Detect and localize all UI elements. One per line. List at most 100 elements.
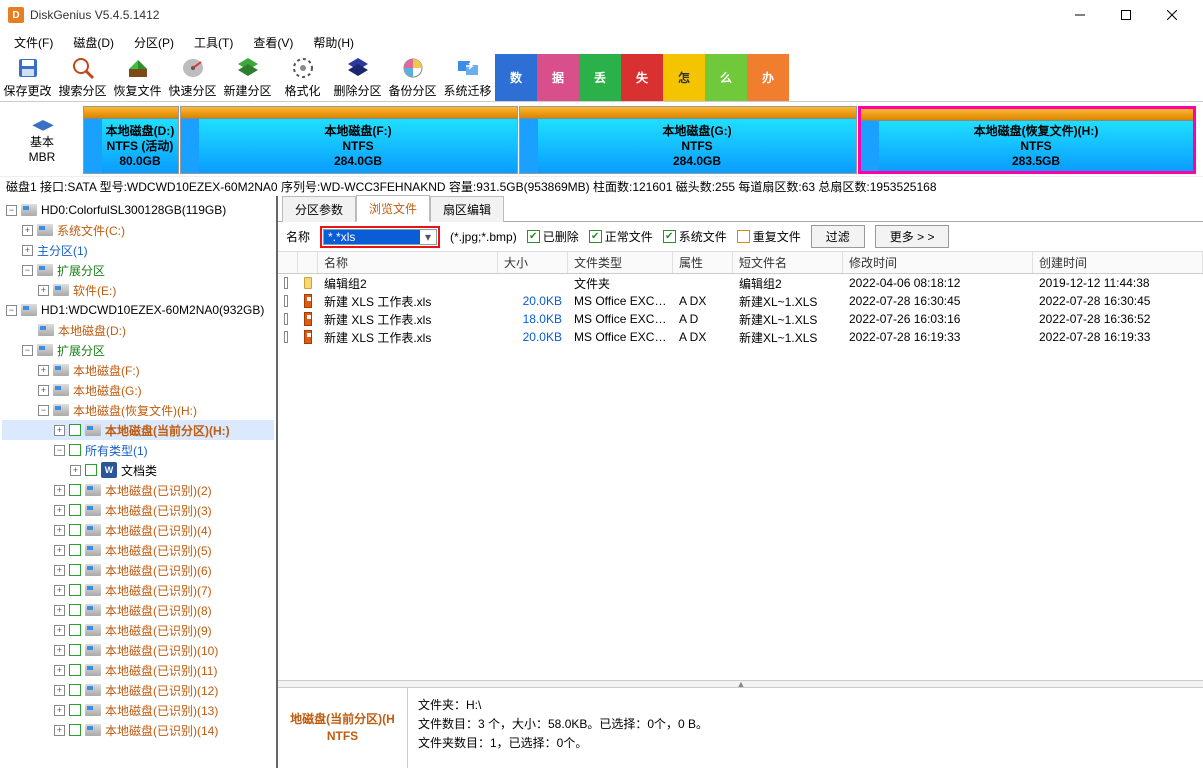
tree-item[interactable]: +本地磁盘(已识别)(2)	[2, 480, 274, 500]
expand-icon[interactable]: +	[54, 585, 65, 596]
row-checkbox[interactable]	[284, 331, 288, 343]
tree-item[interactable]: −扩展分区	[2, 340, 274, 360]
checkbox-icon[interactable]	[69, 684, 81, 696]
checkbox-icon[interactable]	[69, 504, 81, 516]
checkbox-icon[interactable]	[69, 524, 81, 536]
expand-icon[interactable]: +	[54, 485, 65, 496]
filter-button[interactable]: 过滤	[811, 225, 865, 248]
menu-partition[interactable]: 分区(P)	[124, 32, 184, 53]
row-checkbox[interactable]	[284, 295, 288, 307]
recover-files-button[interactable]: 恢复文件	[110, 54, 165, 101]
tree-item[interactable]: +本地磁盘(当前分区)(H:)	[2, 420, 274, 440]
file-row[interactable]: 新建 XLS 工作表.xls20.0KBMS Office EXCE...A D…	[278, 328, 1203, 346]
col-size[interactable]: 大小	[498, 252, 568, 273]
partition-block[interactable]: 本地磁盘(F:)NTFS284.0GB	[180, 106, 518, 174]
tree-item[interactable]: −所有类型(1)	[2, 440, 274, 460]
tree-item[interactable]: +主分区(1)	[2, 240, 274, 260]
file-list-header[interactable]: 名称 大小 文件类型 属性 短文件名 修改时间 创建时间	[278, 252, 1203, 274]
checkbox-icon[interactable]	[69, 644, 81, 656]
promo-banner[interactable]: 数 据 丢 失 怎 么 办	[495, 54, 789, 101]
expand-icon[interactable]: +	[54, 505, 65, 516]
col-mtime[interactable]: 修改时间	[843, 252, 1033, 273]
tree-item[interactable]: +软件(E:)	[2, 280, 274, 300]
checkbox-deleted[interactable]: ✔已删除	[527, 228, 579, 245]
horizontal-splitter[interactable]: ▲	[278, 680, 1203, 688]
checkbox-icon[interactable]	[69, 444, 81, 456]
checkbox-icon[interactable]	[69, 724, 81, 736]
tree-item[interactable]: +本地磁盘(已识别)(4)	[2, 520, 274, 540]
tree-item[interactable]: +本地磁盘(已识别)(9)	[2, 620, 274, 640]
tree-item[interactable]: +本地磁盘(已识别)(8)	[2, 600, 274, 620]
checkbox-icon[interactable]	[69, 484, 81, 496]
filter-name-combo[interactable]: *.*xls ▾	[320, 226, 440, 248]
expand-icon[interactable]: −	[6, 205, 17, 216]
mbr-block[interactable]: ◀ ▶ 基本MBR	[2, 106, 82, 174]
expand-icon[interactable]: +	[70, 465, 81, 476]
menu-tools[interactable]: 工具(T)	[184, 32, 243, 53]
partition-block[interactable]: 本地磁盘(G:)NTFS284.0GB	[519, 106, 857, 174]
close-button[interactable]	[1149, 0, 1195, 30]
expand-icon[interactable]: −	[22, 345, 33, 356]
tree-item[interactable]: +系统文件(C:)	[2, 220, 274, 240]
expand-icon[interactable]: −	[22, 265, 33, 276]
checkbox-icon[interactable]	[69, 584, 81, 596]
expand-icon[interactable]: +	[38, 285, 49, 296]
tree-item[interactable]: +本地磁盘(F:)	[2, 360, 274, 380]
chevron-down-icon[interactable]: ▾	[420, 230, 436, 244]
partition-block[interactable]: 本地磁盘(D:)NTFS (活动)80.0GB	[83, 106, 179, 174]
checkbox-normal[interactable]: ✔正常文件	[589, 228, 653, 245]
row-checkbox[interactable]	[284, 277, 288, 289]
menu-view[interactable]: 查看(V)	[243, 32, 303, 53]
tree-item[interactable]: +本地磁盘(已识别)(7)	[2, 580, 274, 600]
disk-tree[interactable]: −HD0:ColorfulSL300128GB(119GB)+系统文件(C:)+…	[0, 196, 278, 768]
tree-item[interactable]: +本地磁盘(已识别)(5)	[2, 540, 274, 560]
quick-partition-button[interactable]: 快速分区	[165, 54, 220, 101]
tree-item[interactable]: +本地磁盘(已识别)(3)	[2, 500, 274, 520]
file-row[interactable]: 编辑组2文件夹编辑组22022-04-06 08:18:122019-12-12…	[278, 274, 1203, 292]
expand-icon[interactable]: +	[54, 545, 65, 556]
expand-icon[interactable]: −	[54, 445, 65, 456]
checkbox-icon[interactable]	[69, 564, 81, 576]
expand-icon[interactable]: +	[54, 665, 65, 676]
tree-item[interactable]: +本地磁盘(已识别)(12)	[2, 680, 274, 700]
expand-icon[interactable]: +	[54, 525, 65, 536]
expand-icon[interactable]: +	[22, 225, 33, 236]
expand-icon[interactable]: +	[54, 625, 65, 636]
tree-item[interactable]: +本地磁盘(已识别)(14)	[2, 720, 274, 740]
menu-help[interactable]: 帮助(H)	[303, 32, 364, 53]
tree-item[interactable]: −HD1:WDCWD10EZEX-60M2NA0(932GB)	[2, 300, 274, 320]
expand-icon[interactable]: +	[54, 425, 65, 436]
col-short[interactable]: 短文件名	[733, 252, 843, 273]
tree-item[interactable]: −HD0:ColorfulSL300128GB(119GB)	[2, 200, 274, 220]
minimize-button[interactable]	[1057, 0, 1103, 30]
tree-item[interactable]: +本地磁盘(已识别)(11)	[2, 660, 274, 680]
checkbox-icon[interactable]	[69, 544, 81, 556]
migrate-os-button[interactable]: 系统迁移	[440, 54, 495, 101]
checkbox-icon[interactable]	[69, 624, 81, 636]
expand-icon[interactable]: +	[54, 565, 65, 576]
tree-item[interactable]: −本地磁盘(恢复文件)(H:)	[2, 400, 274, 420]
expand-icon[interactable]: +	[38, 365, 49, 376]
tree-item[interactable]: 本地磁盘(D:)	[2, 320, 274, 340]
checkbox-icon[interactable]	[69, 664, 81, 676]
search-partition-button[interactable]: 搜索分区	[55, 54, 110, 101]
checkbox-icon[interactable]	[69, 704, 81, 716]
row-checkbox[interactable]	[284, 313, 288, 325]
tab-partition-params[interactable]: 分区参数	[282, 196, 356, 222]
expand-icon[interactable]: +	[54, 725, 65, 736]
menu-file[interactable]: 文件(F)	[4, 32, 63, 53]
file-row[interactable]: 新建 XLS 工作表.xls18.0KBMS Office EXCE...A D…	[278, 310, 1203, 328]
partition-block[interactable]: 本地磁盘(恢复文件)(H:)NTFS283.5GB	[858, 106, 1196, 174]
maximize-button[interactable]	[1103, 0, 1149, 30]
tree-item[interactable]: +本地磁盘(已识别)(13)	[2, 700, 274, 720]
more-button[interactable]: 更多 > >	[875, 225, 950, 248]
nav-arrows-icon[interactable]: ◀ ▶	[32, 116, 51, 133]
col-name[interactable]: 名称	[318, 252, 498, 273]
expand-icon[interactable]: −	[6, 305, 17, 316]
tab-browse-files[interactable]: 浏览文件	[356, 195, 430, 222]
checkbox-icon[interactable]	[69, 604, 81, 616]
expand-icon[interactable]: +	[54, 605, 65, 616]
tree-item[interactable]: −扩展分区	[2, 260, 274, 280]
file-row[interactable]: 新建 XLS 工作表.xls20.0KBMS Office EXCE...A D…	[278, 292, 1203, 310]
tree-item[interactable]: +W文档类	[2, 460, 274, 480]
